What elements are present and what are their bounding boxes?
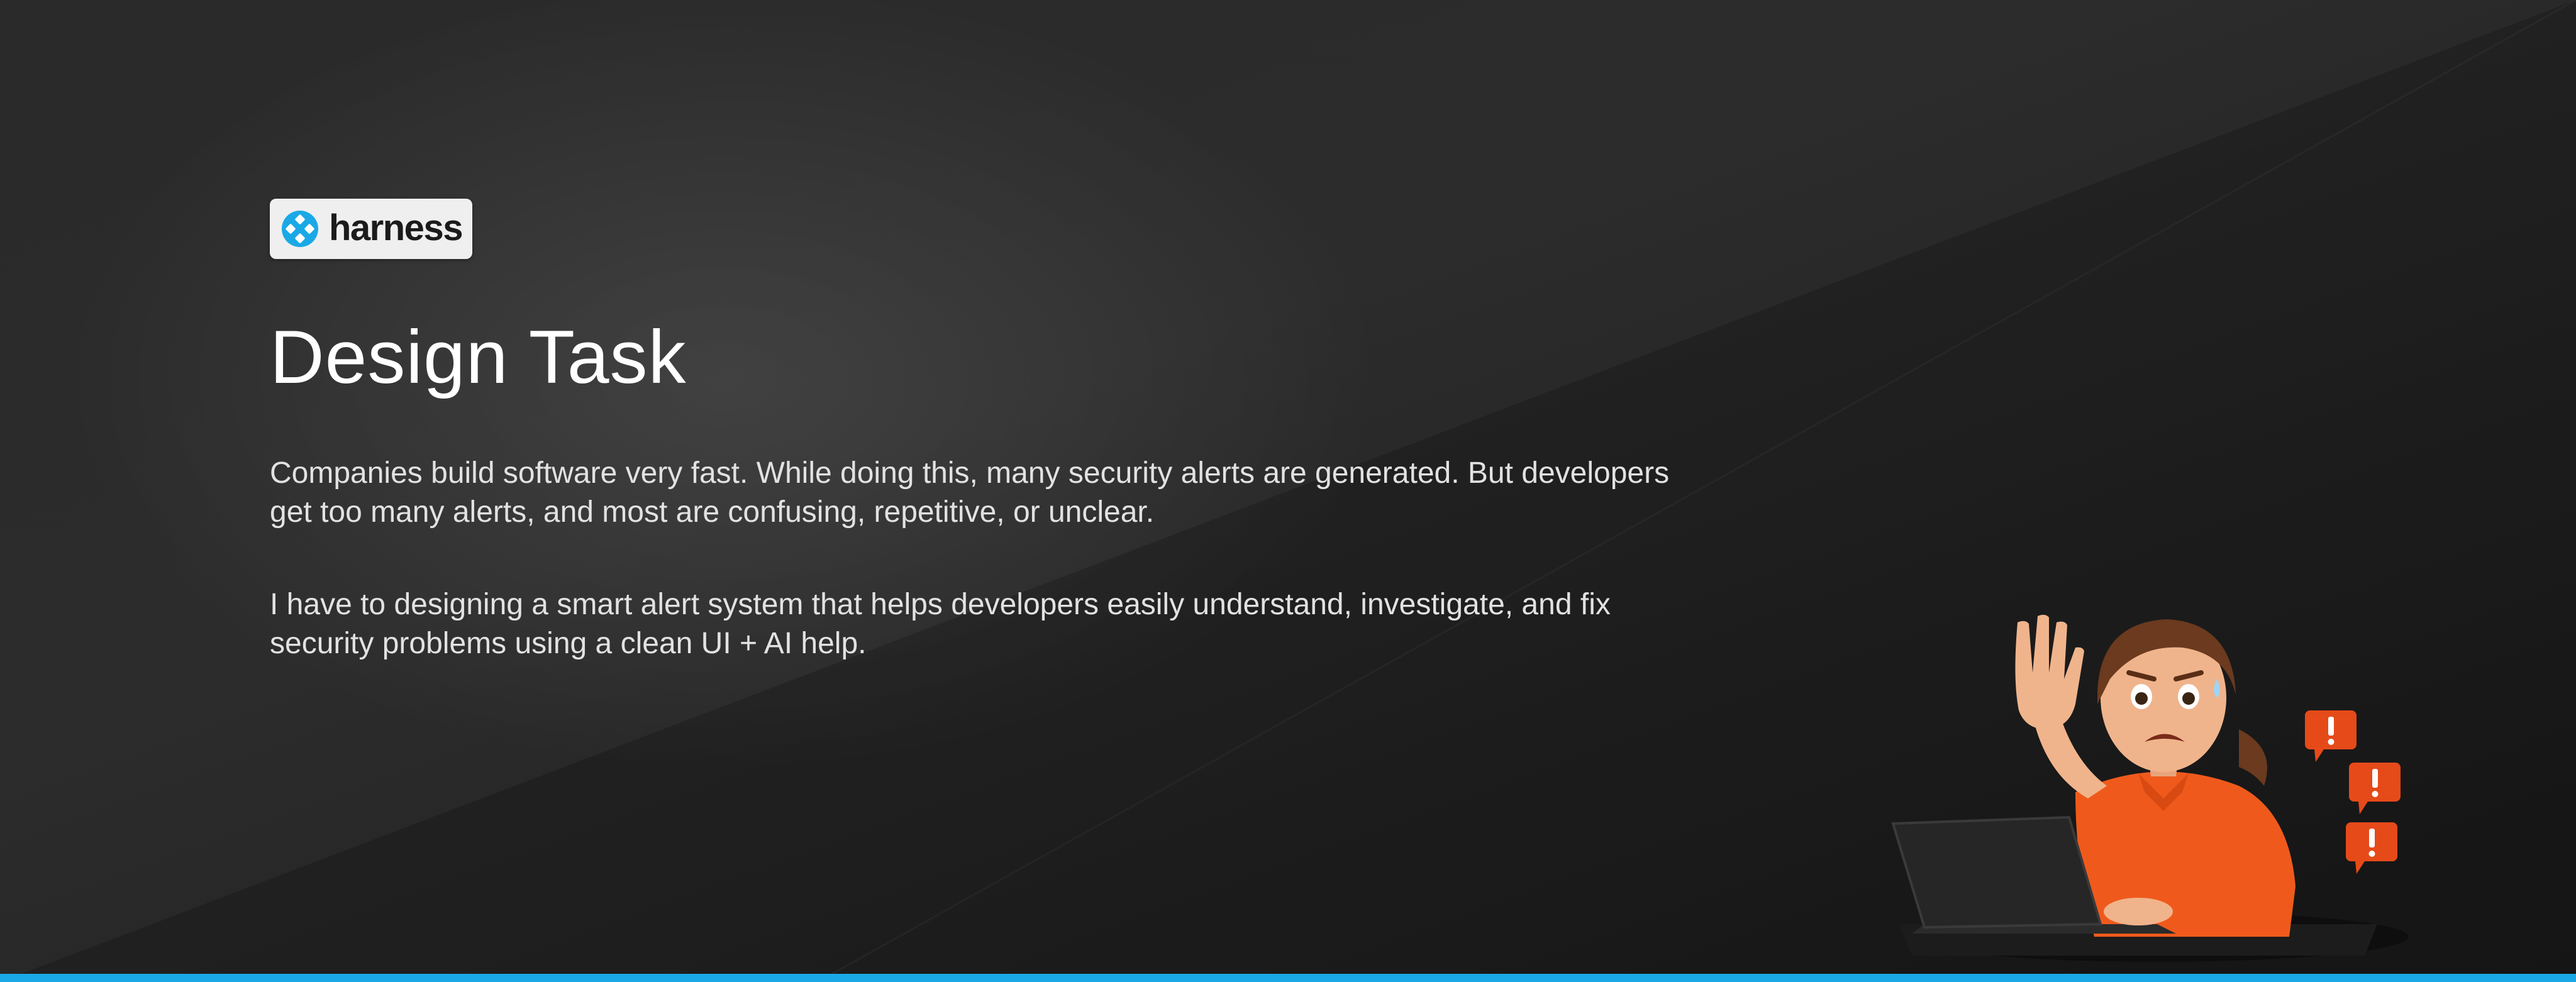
problem-paragraph: Companies build software very fast. Whil… — [270, 456, 1670, 529]
goal-paragraph: I have to designing a smart alert system… — [270, 588, 1611, 660]
stressed-developer-illustration — [1891, 614, 2409, 962]
brand-name: harness — [329, 207, 463, 248]
harness-logo: harness — [270, 199, 472, 259]
bottom-accent-bar — [0, 974, 2576, 982]
page-title: Design Task — [270, 315, 687, 399]
harness-logo-icon — [282, 211, 318, 247]
